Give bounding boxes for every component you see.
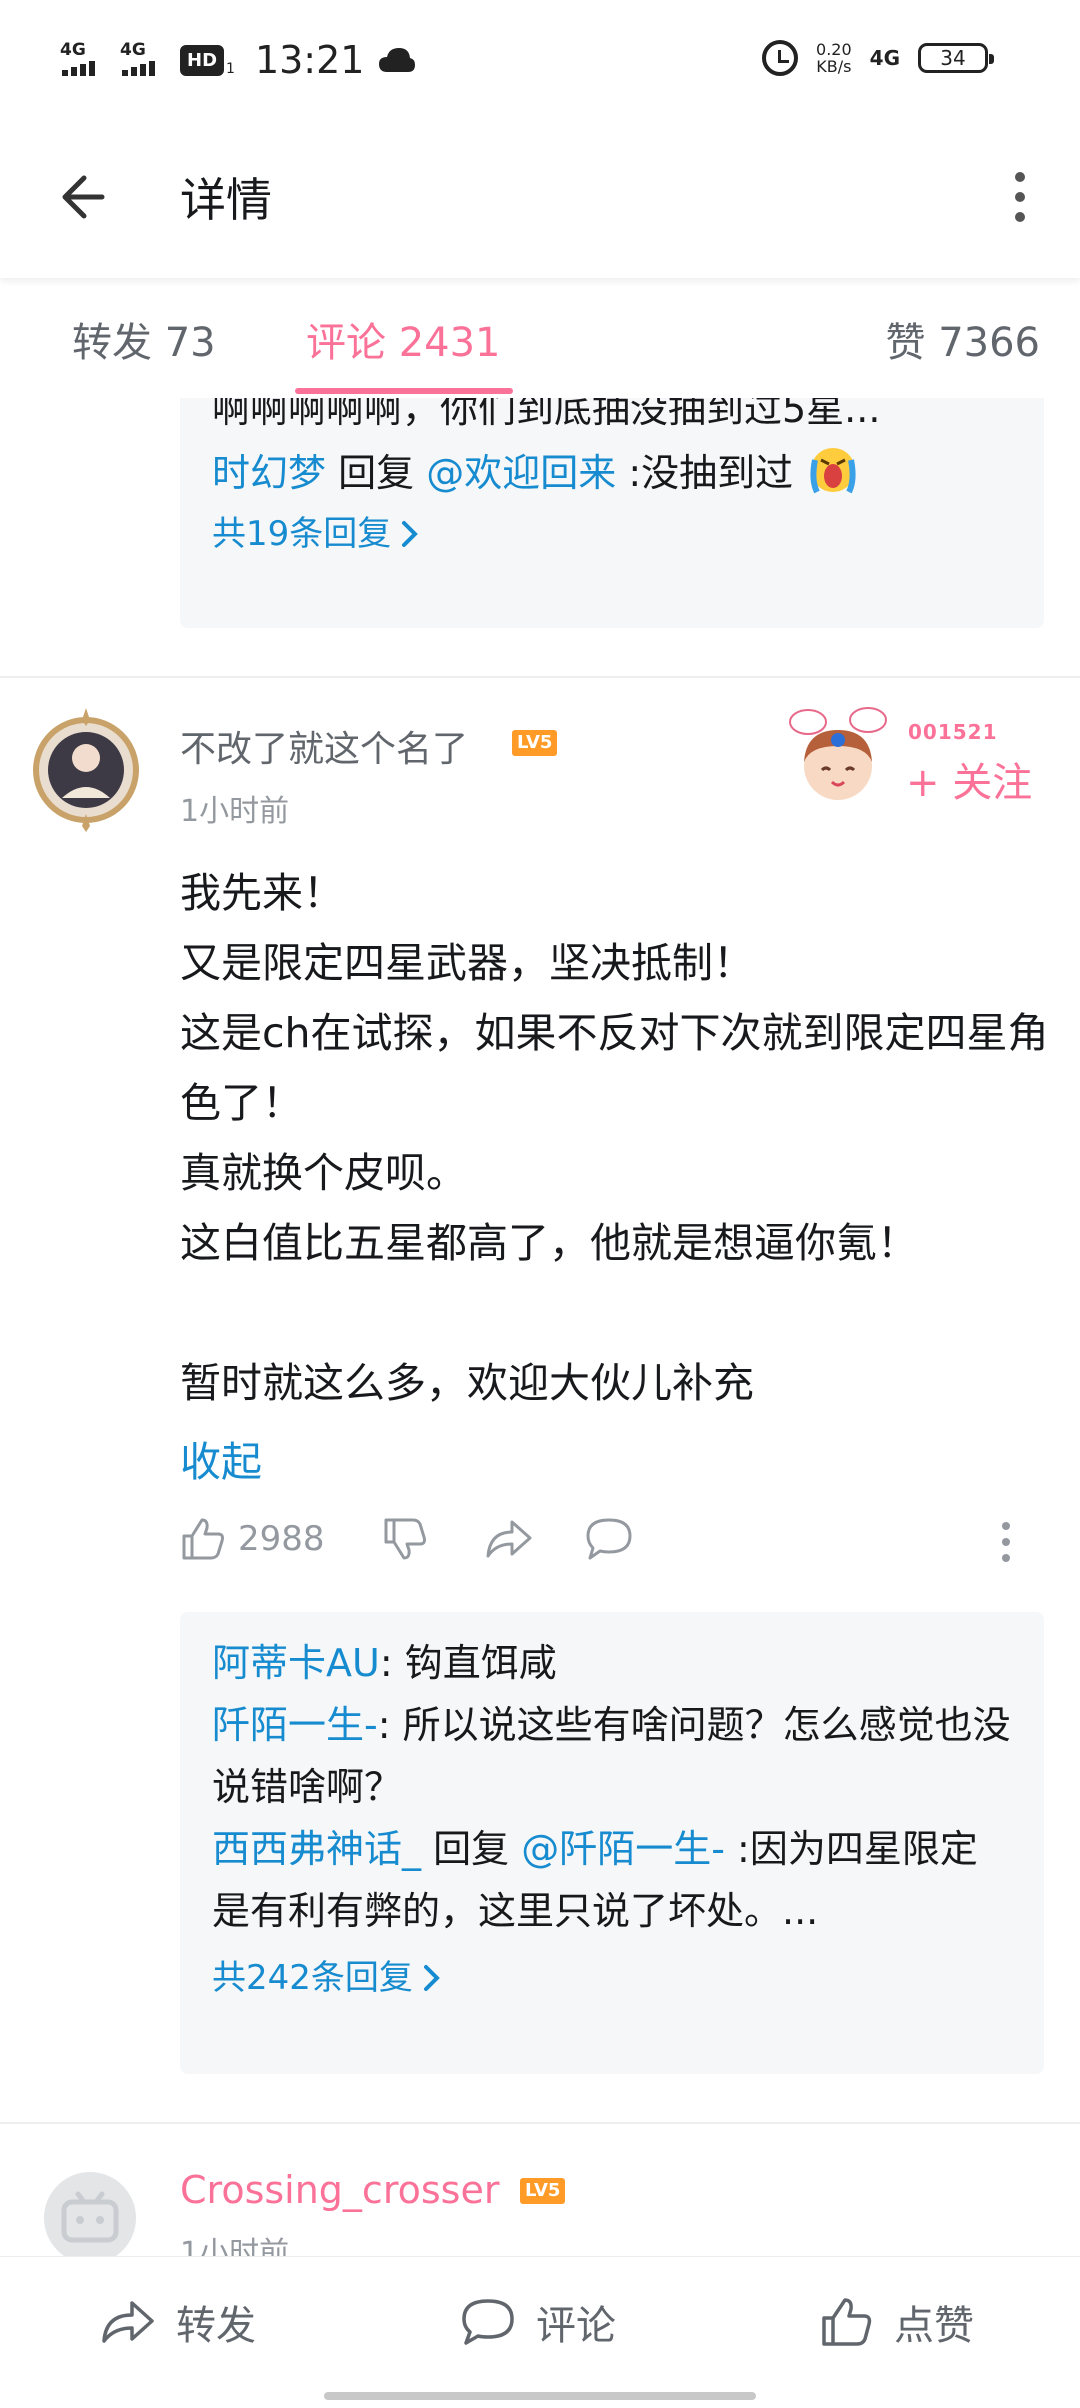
comment-more-button[interactable] bbox=[1002, 1522, 1010, 1562]
tab-reposts[interactable]: 转发 73 bbox=[72, 310, 216, 368]
fan-number: 001521 bbox=[908, 720, 998, 744]
comment-line: 又是限定四星武器，坚决抵制！ bbox=[180, 939, 754, 987]
comment-body: 我先来！ 又是限定四星武器，坚决抵制！ 这是ch在试探，如果不反对下次就到限定四… bbox=[180, 858, 1060, 1418]
reply-username[interactable]: 时幻梦 bbox=[212, 451, 326, 495]
user-avatar[interactable] bbox=[22, 706, 150, 834]
reply-username[interactable]: 阿蒂卡AU bbox=[212, 1641, 380, 1685]
reply-line: 阡陌一生-: 所以说这些有啥问题？怎么感觉也没说错啥啊？ bbox=[212, 1703, 1011, 1809]
divider bbox=[0, 676, 1080, 678]
network-type: 4G bbox=[869, 46, 900, 70]
collapse-link[interactable]: 收起 bbox=[180, 1428, 262, 1488]
crying-emoji-icon bbox=[810, 448, 856, 494]
comment-time: 1小时前 bbox=[180, 794, 290, 829]
tab-likes[interactable]: 赞 7366 bbox=[885, 310, 1040, 368]
mention-link[interactable]: @欢迎回来 bbox=[426, 451, 616, 495]
reply-line: 西西弗神话_ 回复 @阡陌一生- :因为四星限定是有利有弊的，这里只说了坏处。.… bbox=[212, 1827, 978, 1933]
view-more-replies-link[interactable]: 共242条回复 bbox=[212, 1948, 1012, 2008]
share-comment-button[interactable] bbox=[484, 1516, 534, 1562]
comment-list[interactable]: 啊啊啊啊啊，你们到底抽没抽到过5星... 时幻梦 回复 @欢迎回来 :没抽到过 … bbox=[0, 398, 1080, 2256]
share-arrow-icon bbox=[102, 2301, 154, 2343]
status-bar: 4G 4G HD 1 13:21 0.20 KB/s 4G 34 bbox=[0, 0, 1080, 120]
more-options-button[interactable] bbox=[990, 162, 1050, 232]
view-more-replies-link[interactable]: 共19条回复 bbox=[212, 504, 1012, 564]
page-title: 详情 bbox=[180, 173, 272, 227]
reply-username[interactable]: 阡陌一生- bbox=[212, 1703, 378, 1747]
active-tab-indicator bbox=[295, 388, 513, 394]
fan-badge-icon bbox=[789, 707, 887, 800]
like-count: 2988 bbox=[238, 1519, 325, 1559]
tab-bar: 转发 73 评论 2431 赞 7366 bbox=[0, 280, 1080, 398]
back-arrow-icon bbox=[62, 175, 105, 219]
clock: 13:21 bbox=[254, 38, 365, 82]
comment-username[interactable]: 不改了就这个名了 bbox=[180, 720, 468, 772]
comment-time: 1小时前 bbox=[180, 2236, 290, 2256]
signal-icon: 4G bbox=[60, 42, 106, 78]
comment-line bbox=[180, 1278, 1060, 1348]
reply-preview-box[interactable]: 啊啊啊啊啊，你们到底抽没抽到过5星... 时幻梦 回复 @欢迎回来 :没抽到过 … bbox=[180, 398, 1044, 628]
battery-icon: 34 bbox=[918, 43, 994, 73]
share-arrow-icon bbox=[486, 1520, 532, 1558]
cloud-icon bbox=[379, 48, 416, 72]
comment-line: 暂时就这么多，欢迎大伙儿补充 bbox=[180, 1359, 754, 1407]
back-button[interactable] bbox=[52, 162, 122, 232]
thumbs-up-icon bbox=[822, 2298, 872, 2346]
comment-line: 这是ch在试探，如果不反对下次就到限定四星角色了！ bbox=[180, 1009, 1049, 1127]
chevron-right-icon bbox=[402, 521, 419, 547]
comment-line: 我先来！ bbox=[180, 869, 344, 917]
signal-icon: 4G bbox=[120, 42, 166, 78]
chevron-right-icon bbox=[423, 1965, 440, 1991]
bottom-action-bar: 转发 评论 点赞 bbox=[0, 2256, 1080, 2408]
home-indicator[interactable] bbox=[324, 2392, 756, 2400]
reply-preview-box[interactable]: 阿蒂卡AU: 钩直饵咸 阡陌一生-: 所以说这些有啥问题？怎么感觉也没说错啥啊？… bbox=[180, 1612, 1044, 2074]
app-header: 详情 bbox=[0, 120, 1080, 278]
mention-link[interactable]: @阡陌一生- bbox=[521, 1827, 725, 1871]
comment-line: 这白值比五星都高了，他就是想逼你氪！ bbox=[180, 1219, 918, 1267]
default-avatar-icon bbox=[61, 2191, 119, 2243]
bottom-comment-button[interactable]: 评论 bbox=[460, 2293, 616, 2351]
reply-line: 时幻梦 回复 @欢迎回来 :没抽到过 bbox=[212, 440, 1012, 504]
net-speed: 0.20 KB/s bbox=[816, 40, 852, 76]
chat-bubble-icon bbox=[462, 2299, 514, 2345]
reply-username[interactable]: 西西弗神话_ bbox=[212, 1827, 421, 1871]
user-avatar[interactable] bbox=[44, 2172, 136, 2256]
chat-bubble-icon bbox=[586, 1518, 632, 1560]
level-badge: LV5 bbox=[520, 2178, 566, 2204]
reply-line: 阿蒂卡AU: 钩直饵咸 bbox=[212, 1641, 557, 1685]
thumbs-up-icon bbox=[182, 1518, 224, 1560]
follow-button[interactable]: + 关注 bbox=[906, 750, 1032, 808]
tab-comments[interactable]: 评论 2431 bbox=[306, 310, 501, 368]
thumbs-down-icon bbox=[384, 1518, 426, 1560]
avatar-frame-icon bbox=[33, 708, 139, 832]
divider bbox=[0, 2122, 1080, 2124]
like-button[interactable]: 2988 bbox=[180, 1516, 325, 1562]
level-badge: LV5 bbox=[512, 730, 558, 756]
comment-username[interactable]: Crossing_crosser bbox=[180, 2168, 499, 2212]
hd-badge: HD bbox=[180, 44, 225, 76]
reply-text: 啊啊啊啊啊，你们到底抽没抽到过5星... bbox=[212, 398, 881, 431]
comment-actions: 2988 bbox=[180, 1516, 1040, 1576]
reply-comment-button[interactable] bbox=[584, 1516, 634, 1562]
comment-line: 真就换个皮呗。 bbox=[180, 1149, 467, 1197]
dislike-button[interactable] bbox=[382, 1516, 428, 1562]
bottom-share-button[interactable]: 转发 bbox=[100, 2293, 256, 2351]
bottom-like-button[interactable]: 点赞 bbox=[820, 2293, 974, 2351]
alarm-icon bbox=[762, 40, 799, 76]
